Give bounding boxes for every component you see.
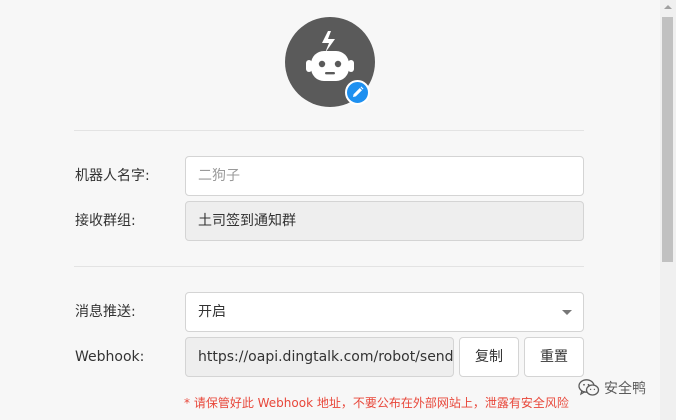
wechat-icon [578, 379, 600, 396]
pencil-icon [353, 86, 364, 97]
scrollbar-thumb[interactable] [662, 17, 673, 262]
divider [74, 266, 584, 267]
webhook-value: https://oapi.dingtalk.com/robot/send [198, 349, 454, 365]
group-label: 接收群组: [75, 213, 136, 229]
robot-name-placeholder: 二狗子 [198, 168, 240, 184]
divider [74, 130, 584, 131]
edit-avatar-button[interactable] [345, 80, 370, 105]
vertical-scrollbar[interactable] [660, 0, 676, 420]
reset-button[interactable]: 重置 [524, 337, 584, 377]
watermark: 安全鸭 [578, 378, 646, 398]
webhook-warning: * 请保管好此 Webhook 地址，不要公布在外部网站上，泄露有安全风险 [184, 396, 569, 410]
watermark-text: 安全鸭 [604, 381, 646, 397]
copy-button[interactable]: 复制 [459, 337, 519, 377]
scroll-up-arrow-icon[interactable] [664, 5, 672, 9]
group-field: 土司签到通知群 [185, 201, 584, 241]
robot-settings-panel: 机器人名字: 二狗子 接收群组: 土司签到通知群 消息推送: 开启 Webhoo… [0, 0, 660, 420]
push-select-value: 开启 [198, 304, 226, 320]
robot-name-input[interactable]: 二狗子 [185, 156, 584, 196]
webhook-label: Webhook: [75, 349, 145, 365]
webhook-field[interactable]: https://oapi.dingtalk.com/robot/send [185, 337, 454, 377]
chevron-down-icon [562, 310, 572, 315]
robot-name-label: 机器人名字: [75, 168, 150, 184]
push-label: 消息推送: [75, 304, 136, 320]
group-value: 土司签到通知群 [198, 213, 296, 229]
push-select[interactable]: 开启 [185, 292, 584, 332]
